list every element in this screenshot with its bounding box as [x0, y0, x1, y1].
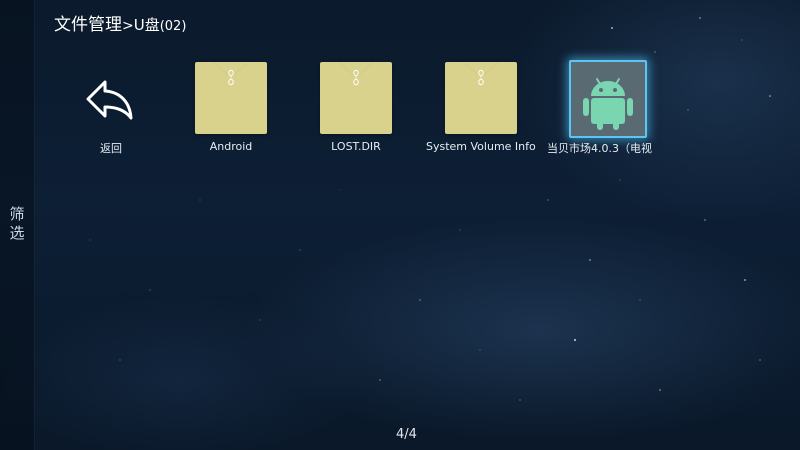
app-title: 文件管理 — [54, 15, 122, 35]
breadcrumb-separator: > — [122, 18, 134, 34]
folder-label: System Volume Infor — [426, 140, 536, 153]
filter-sidebar[interactable]: 筛选 — [0, 0, 35, 450]
breadcrumb-location: U盘 — [133, 16, 160, 34]
apk-label: 当贝市场4.0.3（电视 — [547, 142, 652, 155]
folder-icon — [445, 62, 517, 134]
file-manager-screen: 筛选 文件管理>U盘(02) 返回 Android LOST.DIR Syste… — [0, 0, 800, 450]
folder-tile-lost-dir[interactable]: LOST.DIR — [307, 60, 417, 160]
folder-icon — [320, 62, 392, 134]
page-title: 文件管理>U盘(02) — [54, 12, 186, 38]
back-arrow-icon — [75, 62, 147, 134]
back-tile[interactable]: 返回 — [62, 60, 172, 160]
filter-label[interactable]: 筛选 — [8, 205, 26, 243]
folder-tile-system-volume[interactable]: System Volume Infor — [426, 60, 542, 160]
folder-label: LOST.DIR — [331, 140, 381, 153]
apk-tile-dangbei-market[interactable]: 当贝市场4.0.3（电视 — [547, 60, 679, 160]
page-indicator: 4/4 — [396, 427, 417, 442]
android-icon — [569, 60, 641, 132]
folder-tile-android[interactable]: Android — [182, 60, 292, 160]
folder-label: Android — [209, 140, 253, 153]
item-count: (02) — [159, 19, 187, 34]
back-label: 返回 — [100, 142, 122, 155]
folder-icon — [195, 62, 267, 134]
